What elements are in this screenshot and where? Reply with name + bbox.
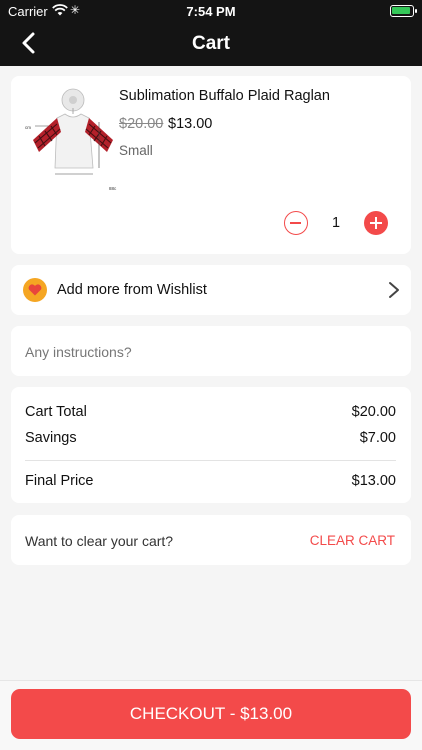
clear-cart-question: Want to clear your cart? [25,533,174,549]
instructions-card [11,326,411,376]
cart-total-label: Cart Total [25,404,87,420]
checkout-button[interactable]: CHECKOUT - $13.00 [11,689,411,739]
original-price: $20.00 [119,116,164,132]
wishlist-label: Add more from Wishlist [57,282,207,298]
battery-icon [390,5,417,17]
sale-price: $13.00 [168,116,213,132]
instructions-input[interactable] [25,341,395,363]
divider [25,460,396,461]
price-summary: Cart Total $20.00 Savings $7.00 Final Pr… [11,387,411,503]
clear-cart-button[interactable]: CLEAR CART [310,533,395,548]
product-image[interactable]: cm 88c [21,86,121,196]
bottom-bar: CHECKOUT - $13.00 [0,680,422,750]
product-name[interactable]: Sublimation Buffalo Plaid Raglan [119,88,330,104]
wishlist-row[interactable]: Add more from Wishlist [11,265,411,315]
cart-item-card: cm 88c Sublimation Buffalo Plaid Raglan … [11,76,411,254]
nav-bar: Cart [0,22,422,66]
increase-quantity-button[interactable] [364,211,388,235]
page-title: Cart [191,33,230,54]
quantity-value: 1 [331,215,341,231]
svg-text:cm: cm [25,125,31,130]
decrease-quantity-button[interactable] [284,211,308,235]
cart-total-value: $20.00 [351,404,396,420]
final-price-value: $13.00 [351,473,396,489]
status-bar: Carrier ✳ 7:54 PM [0,0,422,22]
svg-text:88c: 88c [109,186,117,191]
clock: 7:54 PM [186,4,236,19]
savings-value: $7.00 [359,430,396,446]
final-price-label: Final Price [25,473,94,489]
heart-icon [23,278,47,302]
clear-cart-card: Want to clear your cart? CLEAR CART [11,515,411,565]
product-size: Small [119,143,153,158]
chevron-right-icon [387,280,401,300]
savings-label: Savings [25,430,77,446]
